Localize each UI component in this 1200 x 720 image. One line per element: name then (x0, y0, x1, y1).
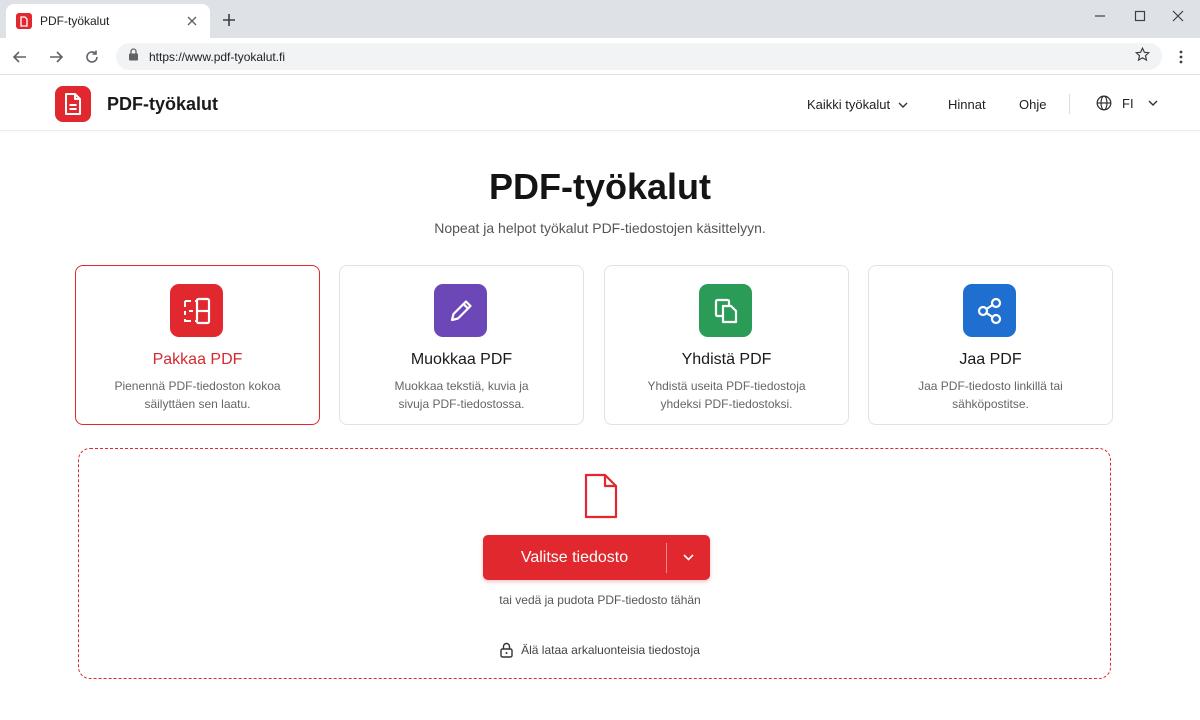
close-window-icon[interactable] (1156, 0, 1200, 32)
nav-divider (1069, 94, 1070, 114)
lock-icon (128, 47, 139, 66)
new-tab-icon[interactable] (218, 9, 240, 31)
language-selector[interactable]: FI (1096, 95, 1158, 111)
card-desc-line: Yhdistä useita PDF-tiedostoja (647, 379, 806, 393)
card-desc-line: Pienennä PDF-tiedoston kokoa (114, 379, 281, 393)
forward-arrow-icon[interactable] (45, 46, 67, 68)
tool-card-merge[interactable]: Yhdistä PDF Yhdistä useita PDF-tiedostoj… (604, 265, 849, 425)
back-arrow-icon[interactable] (9, 46, 31, 68)
pdf-favicon-icon (16, 13, 32, 29)
card-title: Yhdistä PDF (681, 351, 772, 368)
tool-card-compress[interactable]: Pakkaa PDF Pienennä PDF-tiedoston kokoa … (75, 265, 320, 425)
browser-toolbar: https://www.pdf-tyokalut.fi (0, 38, 1200, 75)
nav-pricing[interactable]: Hinnat (948, 97, 986, 112)
pencil-icon (434, 284, 487, 337)
card-title: Muokkaa PDF (410, 351, 513, 368)
language-chevron-icon (1148, 100, 1158, 106)
page-title: PDF-työkalut (488, 166, 711, 207)
choose-file-button[interactable]: Valitse tiedosto (483, 535, 710, 580)
page-subtitle: Nopeat ja helpot työkalut PDF-tiedostoje… (434, 220, 766, 236)
chevron-down-icon (898, 102, 908, 108)
card-description: Yhdistä useita PDF-tiedostoja yhdeksi PD… (620, 377, 833, 413)
logo-text[interactable]: PDF-työkalut (107, 94, 218, 115)
card-desc-line: Jaa PDF-tiedosto linkillä tai (918, 379, 1063, 393)
card-desc-line: sähköpostitse. (952, 397, 1029, 411)
compress-icon (170, 284, 223, 337)
browser-tab[interactable]: PDF-työkalut (6, 4, 210, 38)
share-icon (963, 284, 1016, 337)
file-icon (583, 472, 619, 520)
browser-tabbar: PDF-työkalut (0, 0, 1200, 38)
card-title: Pakkaa PDF (152, 351, 243, 368)
url-text: https://www.pdf-tyokalut.fi (149, 49, 286, 64)
tab-title: PDF-työkalut (40, 14, 110, 28)
card-description: Jaa PDF-tiedosto linkillä tai sähköposti… (884, 377, 1097, 413)
nav-all-tools-label: Kaikki työkalut (807, 97, 891, 112)
privacy-notice: Älä lataa arkaluonteisia tiedostoja (0, 642, 1200, 658)
choose-file-label: Valitse tiedosto (520, 548, 629, 566)
card-desc-line: säilyttäen sen laatu. (144, 397, 251, 411)
logo-icon[interactable] (55, 86, 91, 122)
card-desc-line: Muokkaa tekstiä, kuvia ja (394, 379, 529, 393)
card-desc-line: yhdeksi PDF-tiedostoksi. (660, 397, 793, 411)
drop-hint: tai vedä ja pudota PDF-tiedosto tähän (499, 593, 701, 607)
card-description: Muokkaa tekstiä, kuvia ja sivuja PDF-tie… (355, 377, 568, 413)
tool-card-edit[interactable]: Muokkaa PDF Muokkaa tekstiä, kuvia ja si… (339, 265, 584, 425)
padlock-icon (500, 642, 513, 658)
tab-close-icon[interactable] (184, 13, 200, 29)
card-title: Jaa PDF (959, 351, 1022, 368)
nav-help[interactable]: Ohje (1019, 97, 1046, 112)
globe-icon (1096, 95, 1112, 111)
privacy-text: Älä lataa arkaluonteisia tiedostoja (521, 643, 700, 657)
card-desc-line: sivuja PDF-tiedostossa. (398, 397, 525, 411)
card-description: Pienennä PDF-tiedoston kokoa säilyttäen … (91, 377, 304, 413)
bookmark-star-icon[interactable] (1134, 46, 1151, 67)
reload-icon[interactable] (81, 46, 103, 68)
minimize-icon[interactable] (1078, 0, 1122, 32)
browser-menu-icon[interactable] (1170, 46, 1192, 68)
tool-card-share[interactable]: Jaa PDF Jaa PDF-tiedosto linkillä tai sä… (868, 265, 1113, 425)
address-bar[interactable]: https://www.pdf-tyokalut.fi (116, 43, 1162, 70)
upload-options-chevron-icon[interactable] (667, 535, 710, 580)
merge-icon (699, 284, 752, 337)
nav-all-tools[interactable]: Kaikki työkalut (807, 97, 908, 112)
language-label: FI (1122, 95, 1134, 111)
